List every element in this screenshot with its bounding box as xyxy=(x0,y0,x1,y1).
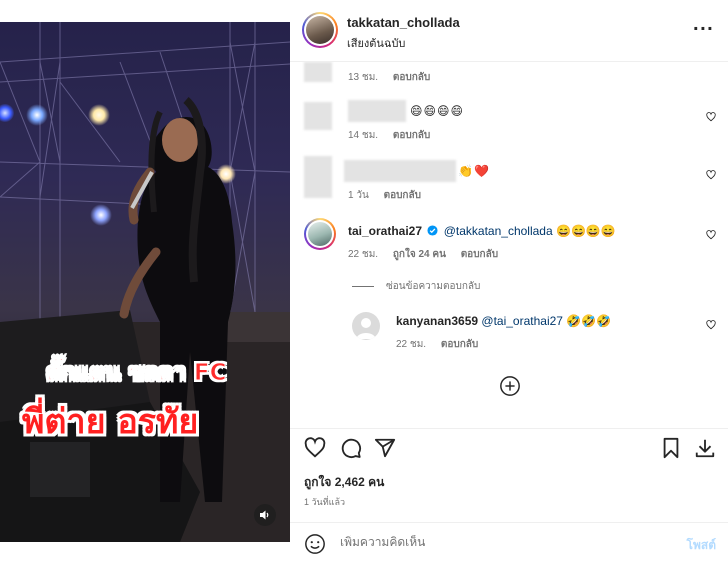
reply-button[interactable]: ตอบกลับ xyxy=(384,190,421,201)
reply-meta: 22 ชม. ตอบกลับ xyxy=(396,337,490,352)
comment-text: 😄😄😄😄 xyxy=(410,104,465,118)
reply-button[interactable]: ตอบกลับ xyxy=(441,339,478,350)
comment-emoji: 😄😄😄😄 xyxy=(556,224,616,238)
comment-text: tai_orathai27 @takkatan_chollada 😄😄😄😄 xyxy=(348,224,616,238)
comment-input[interactable] xyxy=(340,535,660,549)
post-comment-button[interactable]: โพสต์ xyxy=(687,536,716,555)
comment-meta: 1 วัน ตอบกลับ xyxy=(348,188,433,203)
reply-text: kanyanan3659 @tai_orathai27 🤣🤣🤣 xyxy=(396,314,611,328)
comment-meta: 22 ชม. ถูกใจ 24 คน ตอบกลับ xyxy=(348,247,510,262)
reply-time: 22 ชม. xyxy=(396,339,427,350)
comment-icon[interactable] xyxy=(340,437,362,459)
post-panel: takkatan_chollada เสียงต้นฉบับ ··· 13 ชม… xyxy=(290,0,728,565)
author-avatar[interactable] xyxy=(302,12,338,48)
volume-icon xyxy=(260,510,269,520)
original-audio-link[interactable]: เสียงต้นฉบับ xyxy=(347,34,405,52)
comment-composer: โพสต์ xyxy=(290,522,728,565)
reply-emoji: 🤣🤣🤣 xyxy=(566,314,612,328)
like-comment-icon[interactable] xyxy=(706,170,716,180)
commenter-avatar[interactable] xyxy=(304,218,336,250)
reel-video[interactable]: ตั๊กแตน ชลดา FC พี่ต่าย อรทัย xyxy=(0,22,290,542)
blurred-avatar xyxy=(304,156,332,198)
mention-link[interactable]: @tai_orathai27 xyxy=(481,314,563,328)
comment-likes[interactable]: ถูกใจ 24 คน xyxy=(393,249,446,260)
likes-count[interactable]: ถูกใจ 2,462 คน xyxy=(304,473,384,492)
more-options-icon[interactable]: ··· xyxy=(693,21,714,37)
hide-replies-button[interactable]: ซ่อนข้อความตอบกลับ xyxy=(352,279,480,294)
author-username[interactable]: takkatan_chollada xyxy=(347,15,460,30)
video-caption-fc: ตั๊กแตน ชลดา FC xyxy=(46,360,228,387)
blurred-avatar xyxy=(304,62,332,82)
replier-username[interactable]: kanyanan3659 xyxy=(396,314,478,328)
video-caption-name: พี่ต่าย อรทัย xyxy=(22,402,199,442)
volume-button[interactable] xyxy=(254,504,276,526)
comments-list[interactable]: 13 ชม. ตอบกลับ 😄😄😄😄 14 ชม. ตอบกลับ 👏❤️ 1… xyxy=(290,62,728,428)
comment-time: 14 ชม. xyxy=(348,130,379,141)
mention-link[interactable]: @takkatan_chollada xyxy=(444,224,553,238)
singer-figure xyxy=(0,96,290,542)
blurred-username xyxy=(348,100,406,122)
post-actions: ถูกใจ 2,462 คน 1 วันที่แล้ว xyxy=(290,428,728,518)
reply-button[interactable]: ตอบกลับ xyxy=(393,130,430,141)
verified-badge-icon xyxy=(427,225,438,236)
save-bookmark-icon[interactable] xyxy=(660,437,682,459)
blurred-username xyxy=(344,160,456,182)
commenter-username[interactable]: tai_orathai27 xyxy=(348,224,422,238)
reply-button[interactable]: ตอบกลับ xyxy=(393,72,430,83)
comment-meta: 14 ชม. ตอบกลับ xyxy=(348,128,442,143)
emoji-picker-icon[interactable] xyxy=(304,533,326,555)
comment-text: 👏❤️ xyxy=(458,164,490,178)
replier-avatar[interactable] xyxy=(352,312,380,340)
download-icon[interactable] xyxy=(694,437,716,459)
comment-time: 1 วัน xyxy=(348,190,369,201)
reply-button[interactable]: ตอบกลับ xyxy=(461,249,498,260)
like-icon[interactable] xyxy=(304,437,326,459)
comment-time: 13 ชม. xyxy=(348,72,379,83)
like-comment-icon[interactable] xyxy=(706,320,716,330)
post-header: takkatan_chollada เสียงต้นฉบับ ··· xyxy=(290,0,728,62)
share-icon[interactable] xyxy=(374,437,396,459)
like-comment-icon[interactable] xyxy=(706,112,716,122)
load-more-comments-icon[interactable] xyxy=(499,375,521,397)
default-avatar-icon xyxy=(356,318,376,339)
comment-meta: 13 ชม. ตอบกลับ xyxy=(348,70,442,85)
comment-time: 22 ชม. xyxy=(348,249,379,260)
post-time: 1 วันที่แล้ว xyxy=(304,497,346,507)
blurred-avatar xyxy=(304,102,332,130)
like-comment-icon[interactable] xyxy=(706,230,716,240)
